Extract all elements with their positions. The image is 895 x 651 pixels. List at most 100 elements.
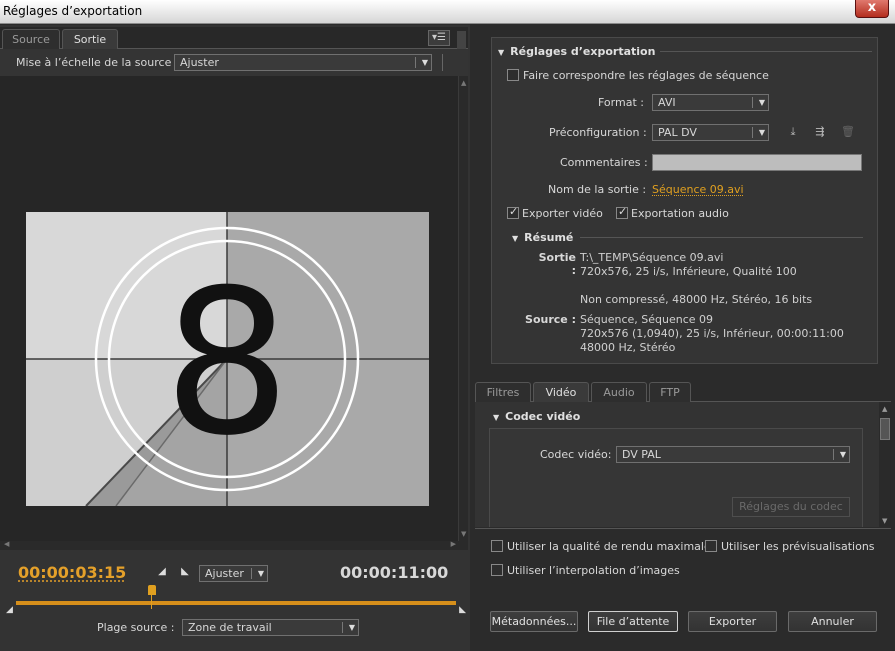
- video-codec-dropdown[interactable]: DV PAL ▼: [616, 446, 850, 463]
- set-in-point-icon[interactable]: ◢: [156, 566, 168, 578]
- format-label: Format :: [598, 96, 644, 109]
- settings-vertical-scrollbar[interactable]: ▲ ▼: [879, 404, 891, 526]
- scrollbar-thumb[interactable]: [880, 418, 890, 440]
- source-scaling-value: Ajuster: [180, 56, 219, 69]
- zoom-value: Ajuster: [205, 567, 244, 580]
- export-audio-label: Exportation audio: [631, 207, 729, 220]
- out-point-handle-icon[interactable]: ◣: [459, 605, 466, 615]
- collapse-triangle-icon[interactable]: ▼: [493, 413, 499, 422]
- video-settings-area: ▼ Codec vidéo Codec vidéo: DV PAL ▼ Régla…: [475, 402, 879, 527]
- chevron-down-icon: ▼: [758, 128, 765, 137]
- video-preview: 8: [0, 76, 458, 541]
- cancel-button[interactable]: Annuler: [788, 611, 877, 632]
- preset-dropdown[interactable]: PAL DV ▼: [652, 124, 769, 141]
- frame-blending-checkbox[interactable]: [491, 564, 503, 576]
- chevron-down-icon: ▼: [758, 98, 765, 107]
- summary-output-key: Sortie :: [538, 251, 576, 277]
- chevron-down-icon: ▼: [839, 450, 846, 459]
- source-range-dropdown[interactable]: Zone de travail ▼: [182, 619, 359, 636]
- window-title: Réglages d’exportation: [3, 4, 143, 18]
- divider: [660, 51, 872, 52]
- preset-value: PAL DV: [658, 126, 697, 139]
- comments-field[interactable]: [652, 154, 862, 171]
- total-duration: 00:00:11:00: [340, 563, 449, 582]
- export-audio-checkbox[interactable]: [616, 205, 628, 219]
- source-scaling-row: Mise à l’échelle de la source : Ajuster …: [0, 50, 468, 76]
- tab-audio[interactable]: Audio: [591, 382, 647, 402]
- countdown-number: 8: [163, 247, 290, 480]
- collapse-triangle-icon[interactable]: ▼: [498, 48, 504, 57]
- summary-output-values: T:\_TEMP\Séquence 09.avi 720x576, 25 i/s…: [580, 251, 813, 306]
- scroll-down-icon[interactable]: ▼: [461, 530, 466, 538]
- source-range-label: Plage source :: [97, 621, 175, 634]
- divider: [580, 237, 863, 238]
- tab-source[interactable]: Source: [2, 29, 60, 49]
- queue-button[interactable]: File d’attente: [588, 611, 678, 632]
- format-value: AVI: [658, 96, 676, 109]
- zoom-dropdown[interactable]: Ajuster ▼: [199, 565, 268, 582]
- left-panel: Source Sortie ▾☰ Mise à l’échelle de la …: [0, 25, 470, 651]
- preview-horizontal-scrollbar[interactable]: ◀ ▶: [0, 540, 468, 550]
- scroll-right-icon[interactable]: ▶: [451, 540, 456, 548]
- summary-header[interactable]: ▼ Résumé: [512, 231, 573, 244]
- delete-preset-icon[interactable]: 🗑: [840, 125, 856, 139]
- close-button[interactable]: x: [855, 0, 889, 18]
- collapse-triangle-icon[interactable]: ▼: [512, 234, 518, 243]
- max-quality-label: Utiliser la qualité de rendu maximale: [507, 540, 711, 553]
- panel-scroll-handle[interactable]: [457, 31, 466, 49]
- source-output-tabbar: Source Sortie ▾☰: [0, 27, 468, 49]
- tab-video[interactable]: Vidéo: [533, 382, 589, 402]
- scroll-down-icon[interactable]: ▼: [882, 517, 887, 525]
- timeline-scrubber[interactable]: ◢ ◣: [6, 585, 466, 615]
- summary-source-key: Source :: [525, 313, 576, 326]
- max-quality-checkbox[interactable]: [491, 540, 503, 552]
- use-previews-checkbox[interactable]: [705, 540, 717, 552]
- export-video-checkbox[interactable]: [507, 205, 519, 219]
- source-scaling-dropdown[interactable]: Ajuster ▼: [174, 54, 432, 71]
- export-button[interactable]: Exporter: [688, 611, 777, 632]
- settings-tabbar: Filtres Vidéo Audio FTP: [475, 380, 891, 402]
- codec-settings-button[interactable]: Réglages du codec: [732, 497, 850, 517]
- tab-ftp[interactable]: FTP: [649, 382, 691, 402]
- export-video-label: Exporter vidéo: [522, 207, 603, 220]
- work-area-bar[interactable]: [16, 601, 456, 605]
- panel-menu-icon[interactable]: ▾☰: [428, 30, 450, 46]
- playhead-line: [151, 595, 153, 609]
- scroll-up-icon[interactable]: ▲: [882, 405, 887, 413]
- format-dropdown[interactable]: AVI ▼: [652, 94, 769, 111]
- countdown-leader-frame: 8: [26, 212, 429, 506]
- scroll-up-icon[interactable]: ▲: [461, 79, 466, 87]
- title-bar: Réglages d’exportation x: [0, 0, 895, 24]
- codec-section-header[interactable]: ▼ Codec vidéo: [493, 410, 580, 423]
- use-previews-label: Utiliser les prévisualisations: [721, 540, 875, 553]
- in-point-handle-icon[interactable]: ◢: [6, 605, 13, 615]
- right-panel: ▼ Réglages d’exportation Faire correspond…: [471, 25, 895, 651]
- chevron-down-icon: ▼: [257, 569, 264, 578]
- chevron-down-icon: ▼: [348, 623, 355, 632]
- metadata-button[interactable]: Métadonnées...: [490, 611, 578, 632]
- set-out-point-icon[interactable]: ◣: [179, 566, 191, 578]
- match-sequence-checkbox[interactable]: [507, 69, 519, 81]
- output-name-link[interactable]: Séquence 09.avi: [652, 183, 744, 196]
- output-name-label: Nom de la sortie :: [548, 183, 647, 196]
- export-settings-header[interactable]: ▼ Réglages d’exportation: [498, 45, 655, 58]
- import-preset-icon[interactable]: ⇶: [812, 125, 828, 139]
- playhead-icon[interactable]: [148, 585, 157, 595]
- codec-section: Codec vidéo: DV PAL ▼ Réglages du codec: [489, 428, 863, 527]
- match-sequence-label: Faire correspondre les réglages de séque…: [523, 69, 769, 82]
- divider: [475, 528, 891, 529]
- summary-source-values: Séquence, Séquence 09 720x576 (1,0940), …: [580, 313, 844, 354]
- preset-label: Préconfiguration :: [549, 126, 647, 139]
- tab-output[interactable]: Sortie: [62, 29, 118, 49]
- video-codec-value: DV PAL: [622, 448, 661, 461]
- comments-label: Commentaires :: [560, 156, 648, 169]
- preview-vertical-scrollbar[interactable]: ▲ ▼: [458, 76, 468, 541]
- chevron-down-icon: ▼: [421, 58, 428, 67]
- save-preset-icon[interactable]: ⤓: [785, 125, 801, 139]
- tab-filters[interactable]: Filtres: [475, 382, 531, 402]
- video-codec-label: Codec vidéo:: [540, 448, 612, 461]
- scroll-left-icon[interactable]: ◀: [4, 540, 9, 548]
- current-timecode[interactable]: 00:00:03:15: [18, 563, 126, 582]
- export-settings-section: ▼ Réglages d’exportation Faire correspond…: [491, 37, 878, 364]
- source-range-value: Zone de travail: [188, 621, 272, 634]
